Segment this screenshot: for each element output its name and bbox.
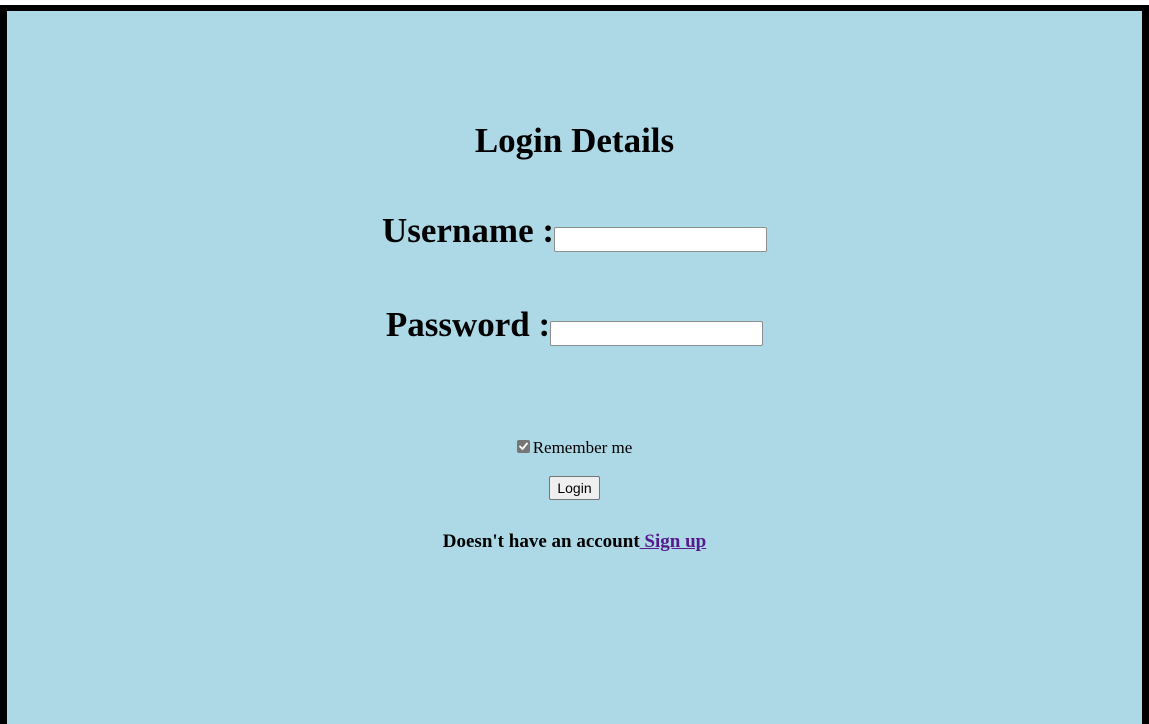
- page-title: Login Details: [474, 121, 675, 160]
- password-input[interactable]: [550, 320, 764, 346]
- signup-prompt: Doesn't have an account: [442, 531, 640, 552]
- password-row: Password :: [7, 305, 1142, 346]
- signup-link[interactable]: Sign up: [640, 531, 706, 552]
- username-label: Username :: [381, 211, 555, 250]
- login-page: Login Details Username : Password : Reme…: [0, 5, 1149, 724]
- login-button[interactable]: Login: [549, 476, 600, 500]
- remember-label: Remember me: [532, 438, 633, 457]
- username-input[interactable]: [554, 226, 768, 252]
- password-label: Password :: [385, 305, 551, 344]
- signup-row: Doesn't have an account Sign up: [7, 530, 1142, 554]
- login-row: Login: [7, 476, 1142, 500]
- remember-checkbox[interactable]: [516, 440, 530, 453]
- remember-row: Remember me: [7, 437, 1142, 459]
- checkmark-icon: [518, 442, 528, 450]
- username-row: Username :: [7, 211, 1142, 252]
